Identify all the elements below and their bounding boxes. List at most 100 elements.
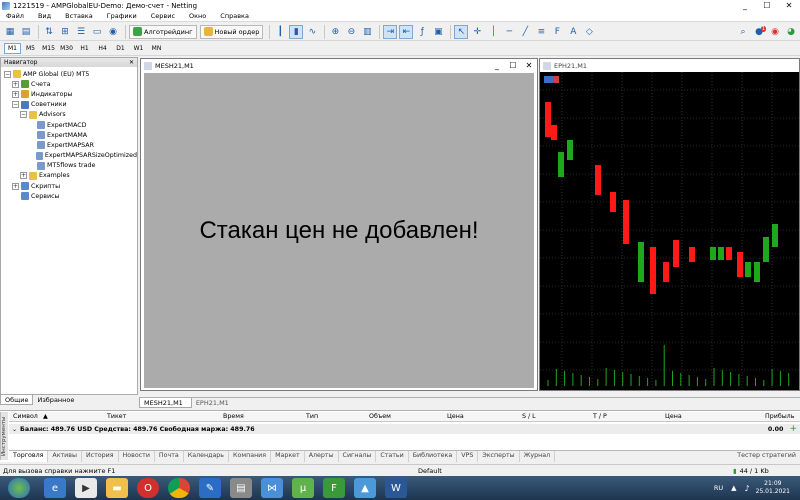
tab-common[interactable]: Общие: [0, 395, 34, 405]
horizontal-line-icon[interactable]: ─: [502, 25, 516, 39]
collapse-icon[interactable]: −: [4, 70, 11, 78]
tester-icon[interactable]: ◉: [106, 25, 120, 39]
tab-market[interactable]: Маркет: [271, 451, 305, 462]
collapse-icon[interactable]: −: [20, 111, 27, 119]
col-profit[interactable]: Прибыль: [765, 413, 794, 420]
maximize-button[interactable]: ☐: [505, 61, 521, 70]
templates-icon[interactable]: ▣: [431, 25, 445, 39]
navigator-item[interactable]: ExpertMAPSAR: [1, 140, 137, 150]
new-order-button[interactable]: Новый ордер: [199, 24, 264, 39]
col-price-current[interactable]: Цена: [665, 413, 682, 420]
clock[interactable]: 21:09 25.01.2021: [756, 480, 790, 496]
flashget-icon[interactable]: F: [323, 478, 345, 498]
tab-experts[interactable]: Эксперты: [478, 451, 520, 462]
new-chart-icon[interactable]: ▦: [3, 25, 17, 39]
tab-assets[interactable]: Активы: [48, 451, 82, 462]
timeframe-m30[interactable]: M30: [58, 43, 75, 54]
minimize-button[interactable]: _: [734, 0, 756, 11]
trend-line-icon[interactable]: ╱: [518, 25, 532, 39]
navigator-item[interactable]: − Advisors: [1, 110, 137, 120]
navigator-item[interactable]: + Индикаторы: [1, 89, 137, 99]
algo-trading-button[interactable]: Алготрейдинг: [129, 24, 197, 39]
minimize-button[interactable]: _: [489, 61, 505, 70]
tab-journal[interactable]: Журнал: [520, 451, 556, 462]
zoom-out-icon[interactable]: ⊖: [344, 25, 358, 39]
search-icon[interactable]: ⌕: [736, 25, 750, 39]
menu-window[interactable]: Окно: [189, 12, 206, 20]
close-icon[interactable]: ✕: [129, 59, 134, 66]
chart-window-eph21[interactable]: EPH21,M1: [539, 58, 800, 391]
collapse-icon[interactable]: ⌄: [12, 426, 17, 433]
navigator-item[interactable]: ExpertMACD: [1, 120, 137, 130]
expand-icon[interactable]: +: [12, 90, 19, 98]
chart-shift-icon[interactable]: ⇤: [399, 24, 414, 39]
tab-mailbox[interactable]: Почта: [155, 451, 184, 462]
tab-calendar[interactable]: Календарь: [184, 451, 230, 462]
channel-icon[interactable]: ≡: [534, 25, 548, 39]
col-symbol[interactable]: Символ: [13, 413, 38, 420]
app-icon[interactable]: ▤: [230, 478, 252, 498]
close-button[interactable]: ✕: [521, 61, 537, 70]
folder-icon[interactable]: ▬: [106, 478, 128, 498]
autoscroll-icon[interactable]: ⇥: [383, 24, 398, 39]
shapes-icon[interactable]: ◇: [582, 25, 596, 39]
timeframe-m1[interactable]: M1: [4, 42, 21, 54]
candlestick-icon[interactable]: ▮: [289, 24, 304, 39]
tile-windows-icon[interactable]: ▥: [360, 25, 374, 39]
tray-expand-icon[interactable]: ▲: [731, 484, 736, 492]
timeframe-mn[interactable]: MN: [148, 43, 165, 54]
candlestick-chart[interactable]: [540, 72, 799, 390]
tab-articles[interactable]: Статьи: [376, 451, 409, 462]
navigator-item[interactable]: Сервисы: [1, 191, 137, 201]
tab-library[interactable]: Библиотека: [409, 451, 458, 462]
input-language[interactable]: RU: [714, 484, 723, 492]
terminal-icon[interactable]: ▭: [90, 25, 104, 39]
tab-favorites[interactable]: Избранное: [33, 395, 78, 405]
navigator-item[interactable]: + Examples: [1, 171, 137, 181]
strategy-tester-tab[interactable]: Тестер стратегий: [733, 451, 800, 462]
line-chart-icon[interactable]: ∿: [305, 25, 319, 39]
menu-tools[interactable]: Сервис: [151, 12, 175, 20]
opera-icon[interactable]: O: [137, 478, 159, 498]
chart-window-mesh21[interactable]: MESH21,M1 _ ☐ ✕ Стакан цен не добавлен!: [140, 58, 538, 391]
menu-file[interactable]: Файл: [6, 12, 24, 20]
timeframe-h1[interactable]: H1: [76, 43, 93, 54]
navigator-item[interactable]: MT5flows trade: [1, 161, 137, 171]
indicators-icon[interactable]: ƒ: [415, 25, 429, 39]
profiles-icon[interactable]: ▤: [19, 25, 33, 39]
metatrader-icon[interactable]: ▲: [354, 478, 376, 498]
text-icon[interactable]: A: [566, 25, 580, 39]
menu-help[interactable]: Справка: [220, 12, 249, 20]
toolbox-side-label[interactable]: Инструменты: [0, 412, 8, 460]
close-button[interactable]: ✕: [778, 0, 800, 11]
tab-alerts[interactable]: Алерты: [305, 451, 339, 462]
fibonacci-icon[interactable]: F: [550, 25, 564, 39]
chrome-icon[interactable]: [168, 478, 190, 498]
col-sl[interactable]: S / L: [522, 413, 536, 420]
col-tp[interactable]: T / P: [593, 413, 607, 420]
word-icon[interactable]: W: [385, 478, 407, 498]
collapse-icon[interactable]: −: [12, 101, 19, 109]
maximize-button[interactable]: ☐: [756, 0, 778, 11]
expand-icon[interactable]: +: [20, 172, 27, 180]
navigator-item[interactable]: − Советники: [1, 100, 137, 110]
navigator-item[interactable]: − AMP Global (EU) MT5: [1, 69, 137, 79]
timeframe-h4[interactable]: H4: [94, 43, 111, 54]
col-type[interactable]: Тип: [306, 413, 318, 420]
crosshair-icon[interactable]: ✛: [470, 25, 484, 39]
pen-icon[interactable]: ✎: [199, 478, 221, 498]
tab-vps[interactable]: VPS: [457, 451, 479, 462]
col-price[interactable]: Цена: [447, 413, 464, 420]
timeframe-w1[interactable]: W1: [130, 43, 147, 54]
navigator-item[interactable]: + Счета: [1, 79, 137, 89]
menu-view[interactable]: Вид: [38, 12, 51, 20]
market-watch-icon[interactable]: ⇅: [42, 25, 56, 39]
tab-news[interactable]: Новости: [119, 451, 155, 462]
expand-icon[interactable]: +: [12, 182, 19, 190]
add-icon[interactable]: +: [789, 424, 797, 434]
col-volume[interactable]: Объем: [369, 413, 391, 420]
zoom-in-icon[interactable]: ⊕: [328, 25, 342, 39]
network-icon[interactable]: ⋈: [261, 478, 283, 498]
timeframe-m15[interactable]: M15: [40, 43, 57, 54]
notifications-icon[interactable]: ● 1: [752, 25, 766, 39]
